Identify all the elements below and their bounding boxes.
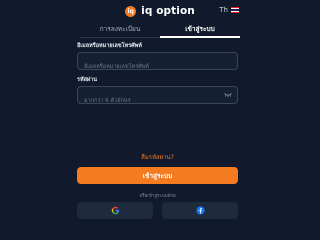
password-label: รหัสผ่าน [77,77,98,83]
email-input[interactable] [78,59,204,75]
password-input[interactable] [78,93,204,109]
language-code: Th [219,6,228,14]
iq-option-logo-icon: iq [125,5,137,17]
thailand-flag-icon [231,7,239,13]
google-login-button[interactable] [77,202,153,219]
forgot-password-link[interactable]: ลืมรหัสผ่าน? [77,152,238,162]
google-icon [111,206,120,215]
tab-login[interactable]: เข้าสู่ระบบ [160,22,240,38]
facebook-icon [195,206,205,215]
login-button[interactable]: เข้าสู่ระบบ [77,167,238,184]
eye-icon[interactable] [224,92,232,98]
tab-registration[interactable]: การลงทะเบียน [80,22,160,38]
language-selector[interactable]: Th [219,6,239,14]
email-field-container [77,52,238,75]
app-header: iq iq option Th [0,0,320,22]
auth-tabs: การลงทะเบียน เข้าสู่ระบบ [80,22,240,38]
or-login-with-text: หรือเข้าสู่ระบบด้วย [139,194,176,199]
email-label: อีเมลหรือหมายเลขโทรศัพท์ [77,43,142,49]
brand-logo[interactable]: iq iq option [125,5,195,17]
brand-name: iq option [141,5,195,17]
facebook-login-button[interactable] [162,202,238,219]
password-field-container [77,86,238,109]
